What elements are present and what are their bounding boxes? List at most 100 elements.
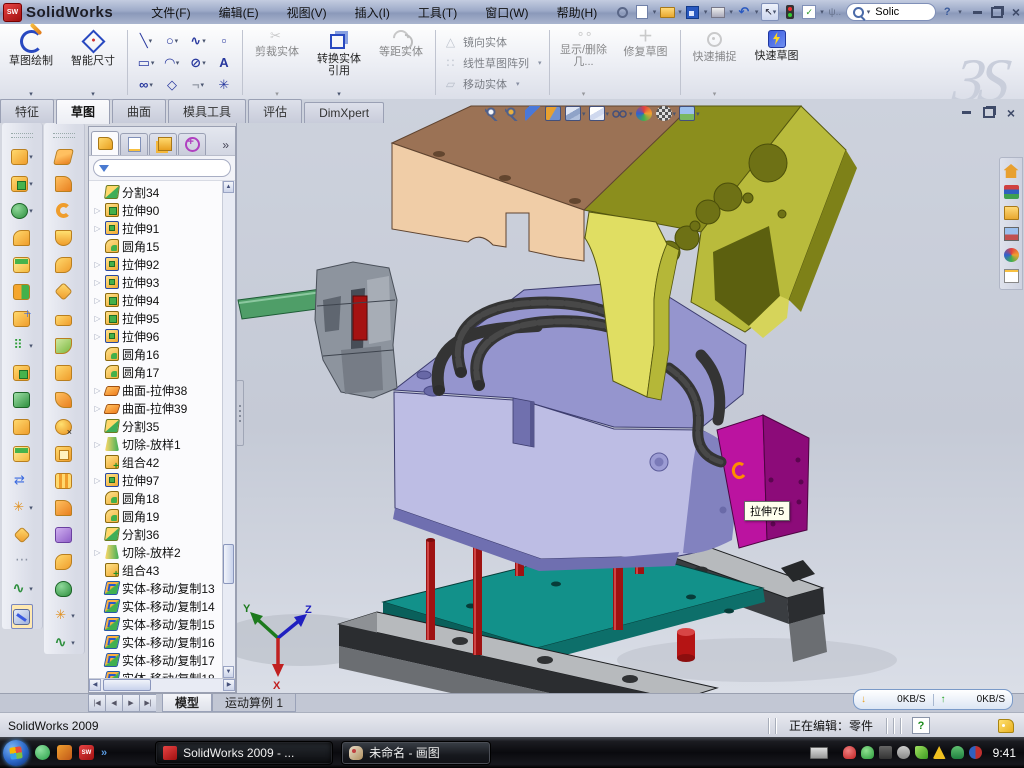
- part-red-cylinder[interactable]: [677, 628, 695, 662]
- toolbar-button[interactable]: [55, 550, 73, 573]
- tree-item[interactable]: ▷ 曲面-拉伸39: [93, 399, 223, 417]
- toolbar-button[interactable]: [55, 415, 73, 438]
- undo-icon[interactable]: ↶: [736, 5, 752, 19]
- sketch-entity-button[interactable]: ▭▾: [133, 52, 159, 74]
- headsup-button[interactable]: [525, 106, 542, 121]
- commandmanager-tab[interactable]: 曲面: [112, 99, 166, 123]
- tree-item[interactable]: ▷ 拉伸97: [93, 471, 223, 489]
- document-tab[interactable]: 模型: [162, 694, 212, 712]
- restore-icon[interactable]: [991, 7, 1003, 18]
- task-pane-icon[interactable]: [1004, 269, 1019, 283]
- tray-icon[interactable]: [843, 746, 856, 759]
- search-input[interactable]: [873, 5, 929, 19]
- sketch-entity-button[interactable]: ╲▾: [133, 30, 159, 52]
- task-pane-icon[interactable]: [1004, 206, 1019, 220]
- tree-item[interactable]: ▷ 分割34: [93, 183, 223, 201]
- toolbar-button[interactable]: ▾: [53, 604, 75, 627]
- pin-icon[interactable]: [615, 5, 631, 19]
- solidworks-shortcut-icon[interactable]: SW: [79, 745, 94, 760]
- toolbar-button[interactable]: ▾: [53, 631, 75, 654]
- repair-sketch-button[interactable]: ＋ 修复草图: [615, 26, 677, 99]
- tree-item[interactable]: ▷ 组合42: [93, 453, 223, 471]
- toolbar-button[interactable]: [55, 334, 73, 357]
- scroll-down-button[interactable]: ▼: [223, 666, 234, 678]
- tree-item[interactable]: ▷ 拉伸96: [93, 327, 223, 345]
- open-icon[interactable]: [659, 5, 675, 19]
- save-dropdown[interactable]: ▾: [704, 8, 708, 16]
- toolbar-button[interactable]: [55, 361, 73, 384]
- toolbar-button[interactable]: ▾: [11, 496, 33, 519]
- toolbar-button[interactable]: [55, 469, 73, 492]
- search-magnifier-icon[interactable]: [853, 7, 864, 18]
- toolbar-button[interactable]: [55, 307, 73, 330]
- first-tab-button[interactable]: |◀: [88, 694, 105, 712]
- headsup-button[interactable]: ▾: [656, 106, 677, 121]
- scroll-right-button[interactable]: ▶: [223, 679, 235, 691]
- tree-item[interactable]: ▷ 拉伸95: [93, 309, 223, 327]
- headsup-button[interactable]: [636, 106, 653, 121]
- toolbar-button[interactable]: [13, 280, 31, 303]
- toolbar-button[interactable]: [55, 280, 73, 303]
- tree-item[interactable]: ▷ 圆角16: [93, 345, 223, 363]
- new-dropdown[interactable]: ▾: [653, 8, 657, 16]
- expand-arrow-icon[interactable]: ▷: [93, 440, 102, 449]
- tree-horizontal-scrollbar[interactable]: ◀ ▶: [89, 678, 235, 692]
- open-dropdown[interactable]: ▾: [678, 8, 682, 16]
- expand-arrow-icon[interactable]: ▷: [93, 404, 102, 413]
- tree-item[interactable]: ▷ 实体-移动/复制13: [93, 579, 223, 597]
- vertical-scroll-thumb[interactable]: [223, 544, 234, 584]
- horizontal-scroll-thumb[interactable]: [103, 679, 151, 691]
- sketch-entity-button[interactable]: ▫▾: [211, 30, 237, 52]
- menu-item[interactable]: 插入(I): [343, 1, 402, 24]
- quick-snaps-button[interactable]: 快速捕捉 ▾: [684, 26, 746, 99]
- keyboard-layout-icon[interactable]: [810, 747, 828, 759]
- tree-item[interactable]: ▷ 切除-放样2: [93, 543, 223, 561]
- print-dropdown[interactable]: ▾: [729, 8, 733, 16]
- linear-pattern-button[interactable]: ∷ 线性草图阵列 ▾: [443, 54, 542, 72]
- tree-item[interactable]: ▷ 圆角17: [93, 363, 223, 381]
- tree-item[interactable]: ▷ 拉伸92: [93, 255, 223, 273]
- tree-item[interactable]: ▷ 拉伸91: [93, 219, 223, 237]
- tree-item[interactable]: ▷ 实体-移动/复制17: [93, 651, 223, 669]
- toolbar-button[interactable]: [13, 469, 31, 492]
- tree-item[interactable]: ▷ 圆角19: [93, 507, 223, 525]
- commandmanager-tab[interactable]: 模具工具: [168, 99, 246, 123]
- macro-icon[interactable]: ψ..: [827, 5, 843, 19]
- tray-icon[interactable]: [915, 746, 928, 759]
- commandmanager-tab[interactable]: 评估: [248, 99, 302, 123]
- toolbar-button[interactable]: [55, 523, 73, 546]
- propertymanager-tab[interactable]: [120, 133, 148, 155]
- toolbar-button[interactable]: [55, 172, 73, 195]
- sketch-entity-button[interactable]: ⊘▾: [185, 52, 211, 74]
- options-checklist-icon[interactable]: ✓: [801, 5, 817, 19]
- tag-icon[interactable]: [998, 719, 1014, 733]
- dimxpertmanager-tab[interactable]: [178, 133, 206, 155]
- toolbar-button[interactable]: [55, 496, 73, 519]
- doc-minimize-icon[interactable]: [962, 111, 971, 114]
- scroll-left-button[interactable]: ◀: [89, 679, 101, 691]
- mirror-entities-button[interactable]: △ 镜向实体: [443, 33, 542, 51]
- expand-arrow-icon[interactable]: ▷: [93, 260, 102, 269]
- tree-item[interactable]: ▷ 圆角18: [93, 489, 223, 507]
- tree-item[interactable]: ▷ 分割36: [93, 525, 223, 543]
- headsup-button[interactable]: [505, 106, 522, 121]
- toolbar-button[interactable]: [55, 442, 73, 465]
- last-tab-button[interactable]: ▶|: [139, 694, 156, 712]
- toolbar-button[interactable]: [55, 388, 73, 411]
- search-dropdown[interactable]: ▾: [867, 8, 871, 16]
- tray-icon[interactable]: [969, 746, 982, 759]
- toolbar-button[interactable]: [14, 523, 31, 546]
- commandmanager-tab[interactable]: 特征: [0, 99, 54, 123]
- expand-arrow-icon[interactable]: ▷: [93, 386, 102, 395]
- start-button[interactable]: [3, 740, 29, 766]
- tray-icon[interactable]: [861, 746, 874, 759]
- toolbar-button[interactable]: [13, 388, 31, 411]
- tree-item[interactable]: ▷ 实体-移动/复制18: [93, 669, 223, 678]
- menu-item[interactable]: 编辑(E): [207, 1, 271, 24]
- close-icon[interactable]: ×: [1012, 7, 1020, 17]
- trim-entities-button[interactable]: 剪裁实体 ▾: [246, 26, 308, 99]
- menu-item[interactable]: 视图(V): [275, 1, 339, 24]
- sketch-entity-button[interactable]: ¬▾: [185, 74, 211, 96]
- toolbar-button[interactable]: [13, 253, 31, 276]
- task-pane-icon[interactable]: [1004, 185, 1019, 199]
